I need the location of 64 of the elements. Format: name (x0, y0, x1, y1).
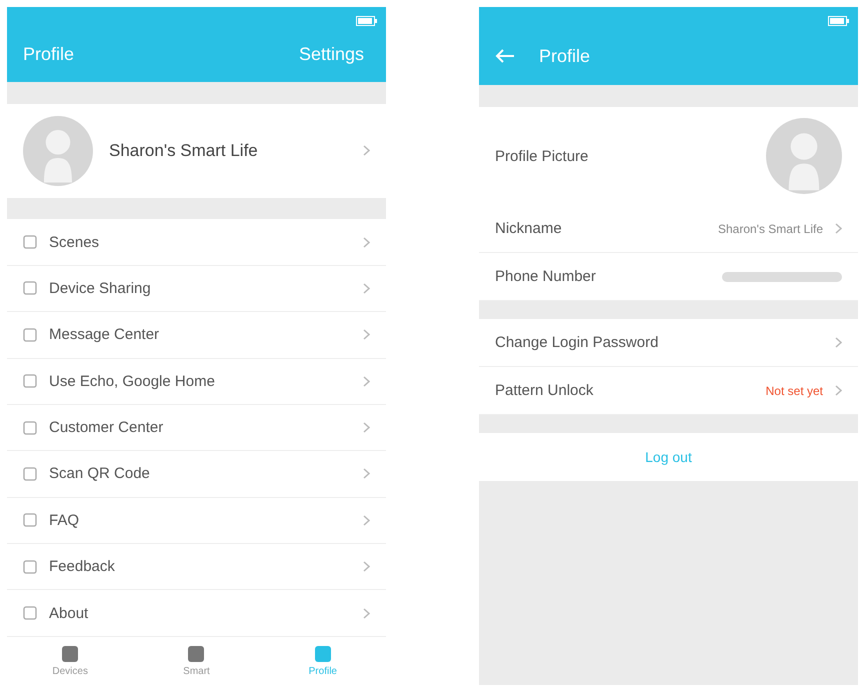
menu-item-icon (23, 420, 37, 435)
settings-row[interactable]: Nickname Sharon's Smart Life (479, 205, 858, 253)
menu-item-icon (23, 328, 37, 342)
menu-item[interactable]: Use Echo, Google Home (7, 358, 386, 405)
menu-item-icon (23, 606, 37, 620)
chevron-icon (363, 422, 370, 434)
menu-label: Device Sharing (49, 280, 152, 297)
header-title: Profile (539, 46, 590, 66)
chevron-icon (363, 236, 370, 248)
header-title: Profile (23, 44, 74, 66)
chevron-icon (835, 337, 842, 348)
menu-item-icon (23, 235, 37, 250)
chevron-icon (363, 468, 370, 480)
chevron-icon (363, 376, 370, 387)
row-label: Profile Picture (495, 148, 590, 164)
settings-row[interactable]: Phone Number (479, 253, 858, 301)
menu-label: Scenes (49, 234, 100, 251)
menu-item[interactable]: FAQ (7, 498, 386, 544)
menu-item[interactable]: Message Center (7, 312, 386, 358)
menu-label: Customer Center (49, 419, 164, 436)
menu-label: Message Center (49, 326, 160, 344)
avatar-icon (23, 116, 93, 186)
menu-label: FAQ (49, 512, 80, 529)
chevron-icon (363, 514, 370, 526)
chevron-icon (363, 608, 370, 619)
account-name: Sharon's Smart Life (109, 140, 259, 161)
menu-item-icon (23, 374, 37, 388)
battery-icon (356, 16, 378, 26)
menu-label: Scan QR Code (49, 465, 151, 482)
row-label: Change Login Password (495, 334, 660, 351)
menu-item-icon (23, 513, 37, 528)
menu-item-icon (23, 560, 37, 574)
account-card[interactable]: Sharon's Smart Life (7, 104, 386, 198)
row-label: Nickname (495, 220, 563, 237)
menu-item[interactable]: Feedback (7, 544, 386, 590)
chevron-icon (363, 145, 370, 156)
menu-label: Use Echo, Google Home (49, 372, 216, 390)
menu-label: Feedback (49, 558, 116, 576)
battery-icon (828, 16, 850, 26)
menu-item[interactable]: Device Sharing (7, 266, 386, 312)
menu-item-icon (23, 466, 37, 481)
tab-icon (187, 644, 206, 663)
menu-item[interactable]: Scan QR Code (7, 451, 386, 498)
chevron-icon (363, 329, 370, 340)
settings-row[interactable]: Change Login Password (479, 319, 858, 367)
menu-item[interactable]: Scenes (7, 219, 386, 266)
row-label: Pattern Unlock (495, 382, 594, 399)
tab-icon (314, 644, 332, 663)
chevron-icon (835, 385, 842, 396)
row-value: Not set yet (766, 384, 823, 398)
settings-row[interactable]: Pattern Unlock Not set yet (479, 367, 858, 415)
chevron-icon (835, 223, 842, 234)
chevron-icon (363, 561, 370, 572)
profile-picture-row[interactable]: Profile Picture (479, 107, 858, 205)
menu-item-icon (23, 281, 37, 296)
chevron-icon (363, 282, 370, 294)
menu-label: About (49, 604, 90, 622)
back-arrow-icon[interactable] (495, 49, 515, 63)
row-value: Sharon's Smart Life (718, 222, 823, 236)
row-label: Phone Number (495, 268, 597, 285)
menu-item[interactable]: About (7, 590, 386, 637)
tab-icon (61, 644, 80, 663)
menu-item[interactable]: Customer Center (7, 404, 386, 452)
avatar-icon (766, 118, 842, 194)
